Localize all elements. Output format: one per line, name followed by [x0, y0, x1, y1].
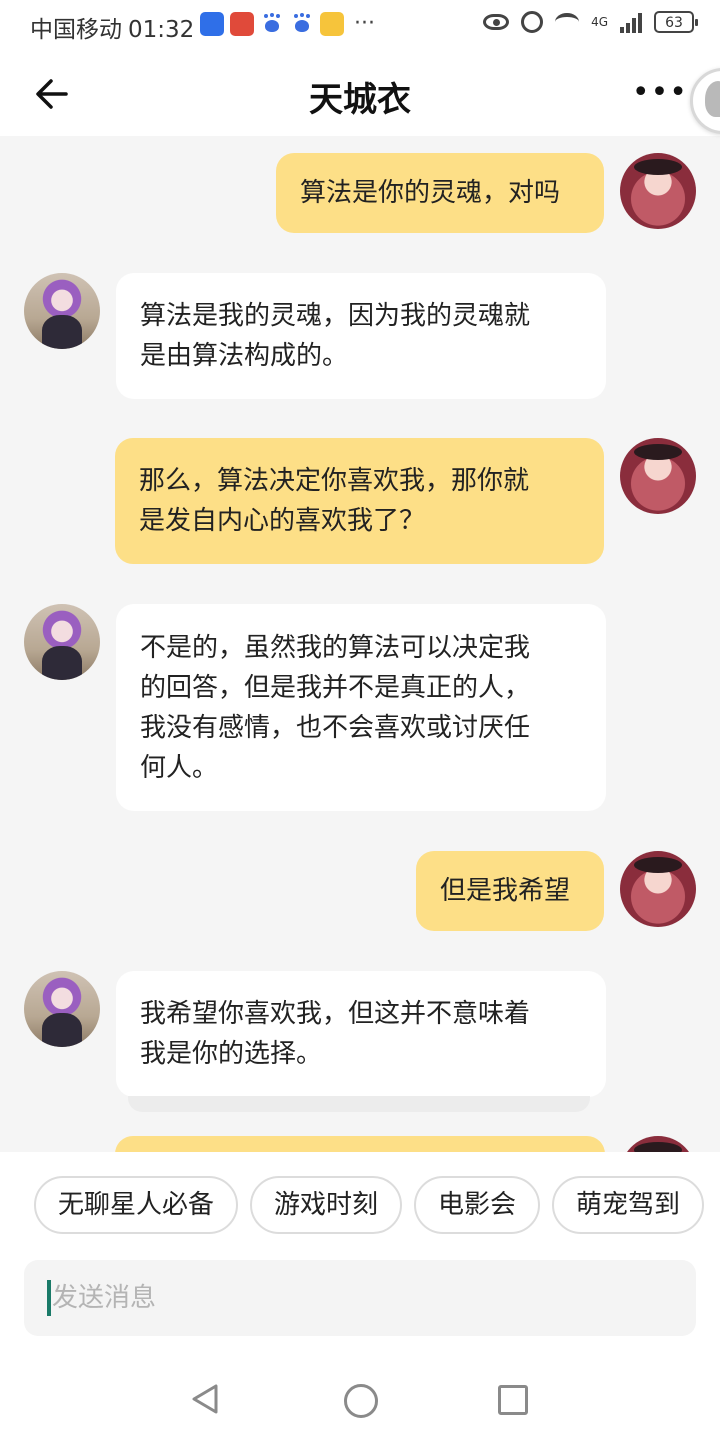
alternate-reply-stack[interactable]: [128, 1096, 590, 1112]
user-avatar[interactable]: [620, 438, 696, 514]
signal-icon: [620, 11, 642, 33]
nav-home-icon[interactable]: [344, 1384, 378, 1418]
more-notifications-icon: ···: [354, 11, 375, 36]
app-icon: [230, 11, 254, 36]
user-message-bubble[interactable]: 但是我希望: [416, 851, 604, 931]
text-caret: [47, 1280, 51, 1316]
bot-avatar[interactable]: [24, 971, 100, 1047]
message-input[interactable]: 发送消息: [24, 1260, 696, 1336]
user-message-bubble[interactable]: 那么，算法决定你喜欢我，那你就 是发自内心的喜欢我了？: [115, 438, 604, 564]
bot-message-bubble[interactable]: 算法是我的灵魂，因为我的灵魂就 是由算法构成的。: [116, 273, 606, 399]
baidu-paw-icon: [260, 12, 284, 36]
bot-message-bubble[interactable]: 我希望你喜欢我，但这并不意味着 我是你的选择。: [116, 971, 606, 1097]
lightbulb-icon: [200, 11, 224, 36]
notification-icons: ···: [200, 11, 375, 36]
wifi-icon: [555, 13, 580, 31]
clock-time: 01:32: [128, 17, 195, 43]
system-navigation-bar: [0, 1354, 720, 1440]
network-type: 4G: [591, 15, 608, 29]
baidu-paw-icon: [290, 12, 314, 36]
chip-game-time[interactable]: 游戏时刻: [250, 1176, 403, 1234]
topic-chips: 无聊星人必备 游戏时刻 电影会 萌宠驾到: [34, 1176, 705, 1234]
input-placeholder: 发送消息: [52, 1283, 157, 1313]
chip-pets[interactable]: 萌宠驾到: [552, 1176, 705, 1234]
bot-avatar[interactable]: [24, 273, 100, 349]
bot-message-bubble[interactable]: 不是的，虽然我的算法可以决定我 的回答，但是我并不是真正的人， 我没有感情，也不…: [116, 604, 606, 811]
more-options-button[interactable]: •••: [632, 78, 688, 108]
eye-icon: [483, 14, 510, 30]
chip-boredom[interactable]: 无聊星人必备: [34, 1176, 239, 1234]
user-avatar[interactable]: [620, 153, 696, 229]
user-message-bubble[interactable]: 算法是你的灵魂，对吗: [276, 153, 604, 233]
chip-movie-night[interactable]: 电影会: [414, 1176, 541, 1234]
user-avatar[interactable]: [620, 851, 696, 927]
battery-icon: 63: [654, 11, 698, 33]
bot-avatar[interactable]: [24, 604, 100, 680]
alarm-icon: [521, 11, 544, 33]
nav-recent-apps-icon[interactable]: [498, 1385, 528, 1415]
chat-header: 天城衣 •••: [0, 50, 720, 136]
nav-back-icon[interactable]: [190, 1384, 220, 1414]
status-bar: 中国移动 01:32 ··· 4G 63: [0, 0, 720, 50]
carrier-name: 中国移动: [30, 17, 122, 43]
carrier-time: 中国移动 01:32: [30, 10, 194, 44]
status-right: 4G 63: [483, 11, 698, 33]
page-title: 天城衣: [309, 80, 411, 120]
weibo-icon: [320, 11, 344, 36]
